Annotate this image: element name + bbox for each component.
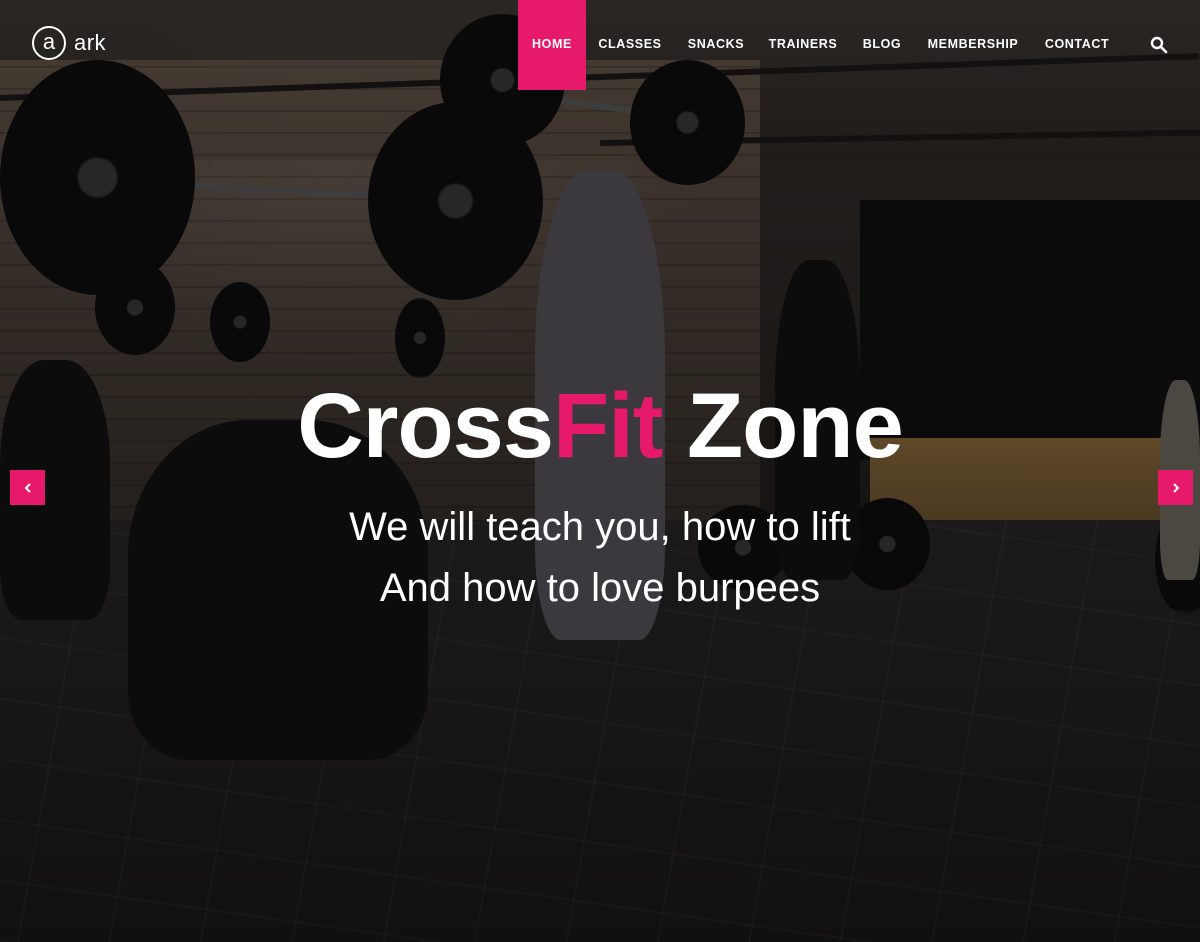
nav-item-label: CONTACT	[1044, 37, 1110, 51]
nav-item-label: MEMBERSHIP	[927, 37, 1019, 51]
nav-item-classes[interactable]: CLASSES	[586, 0, 674, 90]
slider-next-button[interactable]	[1158, 470, 1193, 505]
site-header: a ark HOME CLASSES SNACKS TRAINERS BLOG …	[0, 0, 1200, 90]
hero-subtitle-line-2: And how to love burpees	[379, 566, 821, 610]
nav-item-label: SNACKS	[687, 37, 745, 51]
hero-section: a ark HOME CLASSES SNACKS TRAINERS BLOG …	[0, 0, 1200, 942]
chevron-right-icon	[1172, 482, 1179, 493]
logo-text: ark	[74, 30, 107, 55]
nav-item-label: BLOG	[862, 37, 902, 51]
nav-item-contact[interactable]: CONTACT	[1030, 0, 1124, 90]
search-icon[interactable]	[1150, 36, 1168, 54]
hero-title: CrossFit Zone	[0, 378, 1200, 475]
hero-subtitle-line-1: We will teach you, how to lift	[349, 505, 851, 549]
nav-item-membership[interactable]: MEMBERSHIP	[916, 0, 1030, 90]
nav-item-label: CLASSES	[598, 37, 662, 51]
nav-item-trainers[interactable]: TRAINERS	[758, 0, 848, 90]
chevron-left-icon	[24, 482, 31, 493]
slider-prev-button[interactable]	[10, 470, 45, 505]
hero-title-accent: Fit	[553, 375, 663, 477]
nav-item-blog[interactable]: BLOG	[848, 0, 916, 90]
nav-item-home[interactable]: HOME	[518, 0, 586, 90]
main-nav: HOME CLASSES SNACKS TRAINERS BLOG MEMBER…	[518, 0, 1124, 90]
hero-title-part1: Cross	[297, 375, 554, 477]
nav-item-label: HOME	[532, 37, 572, 51]
site-logo[interactable]: a ark	[32, 26, 106, 60]
nav-item-snacks[interactable]: SNACKS	[674, 0, 758, 90]
logo-mark: a	[32, 26, 66, 60]
nav-item-label: TRAINERS	[768, 37, 838, 51]
hero-title-part2: Zone	[662, 375, 904, 477]
